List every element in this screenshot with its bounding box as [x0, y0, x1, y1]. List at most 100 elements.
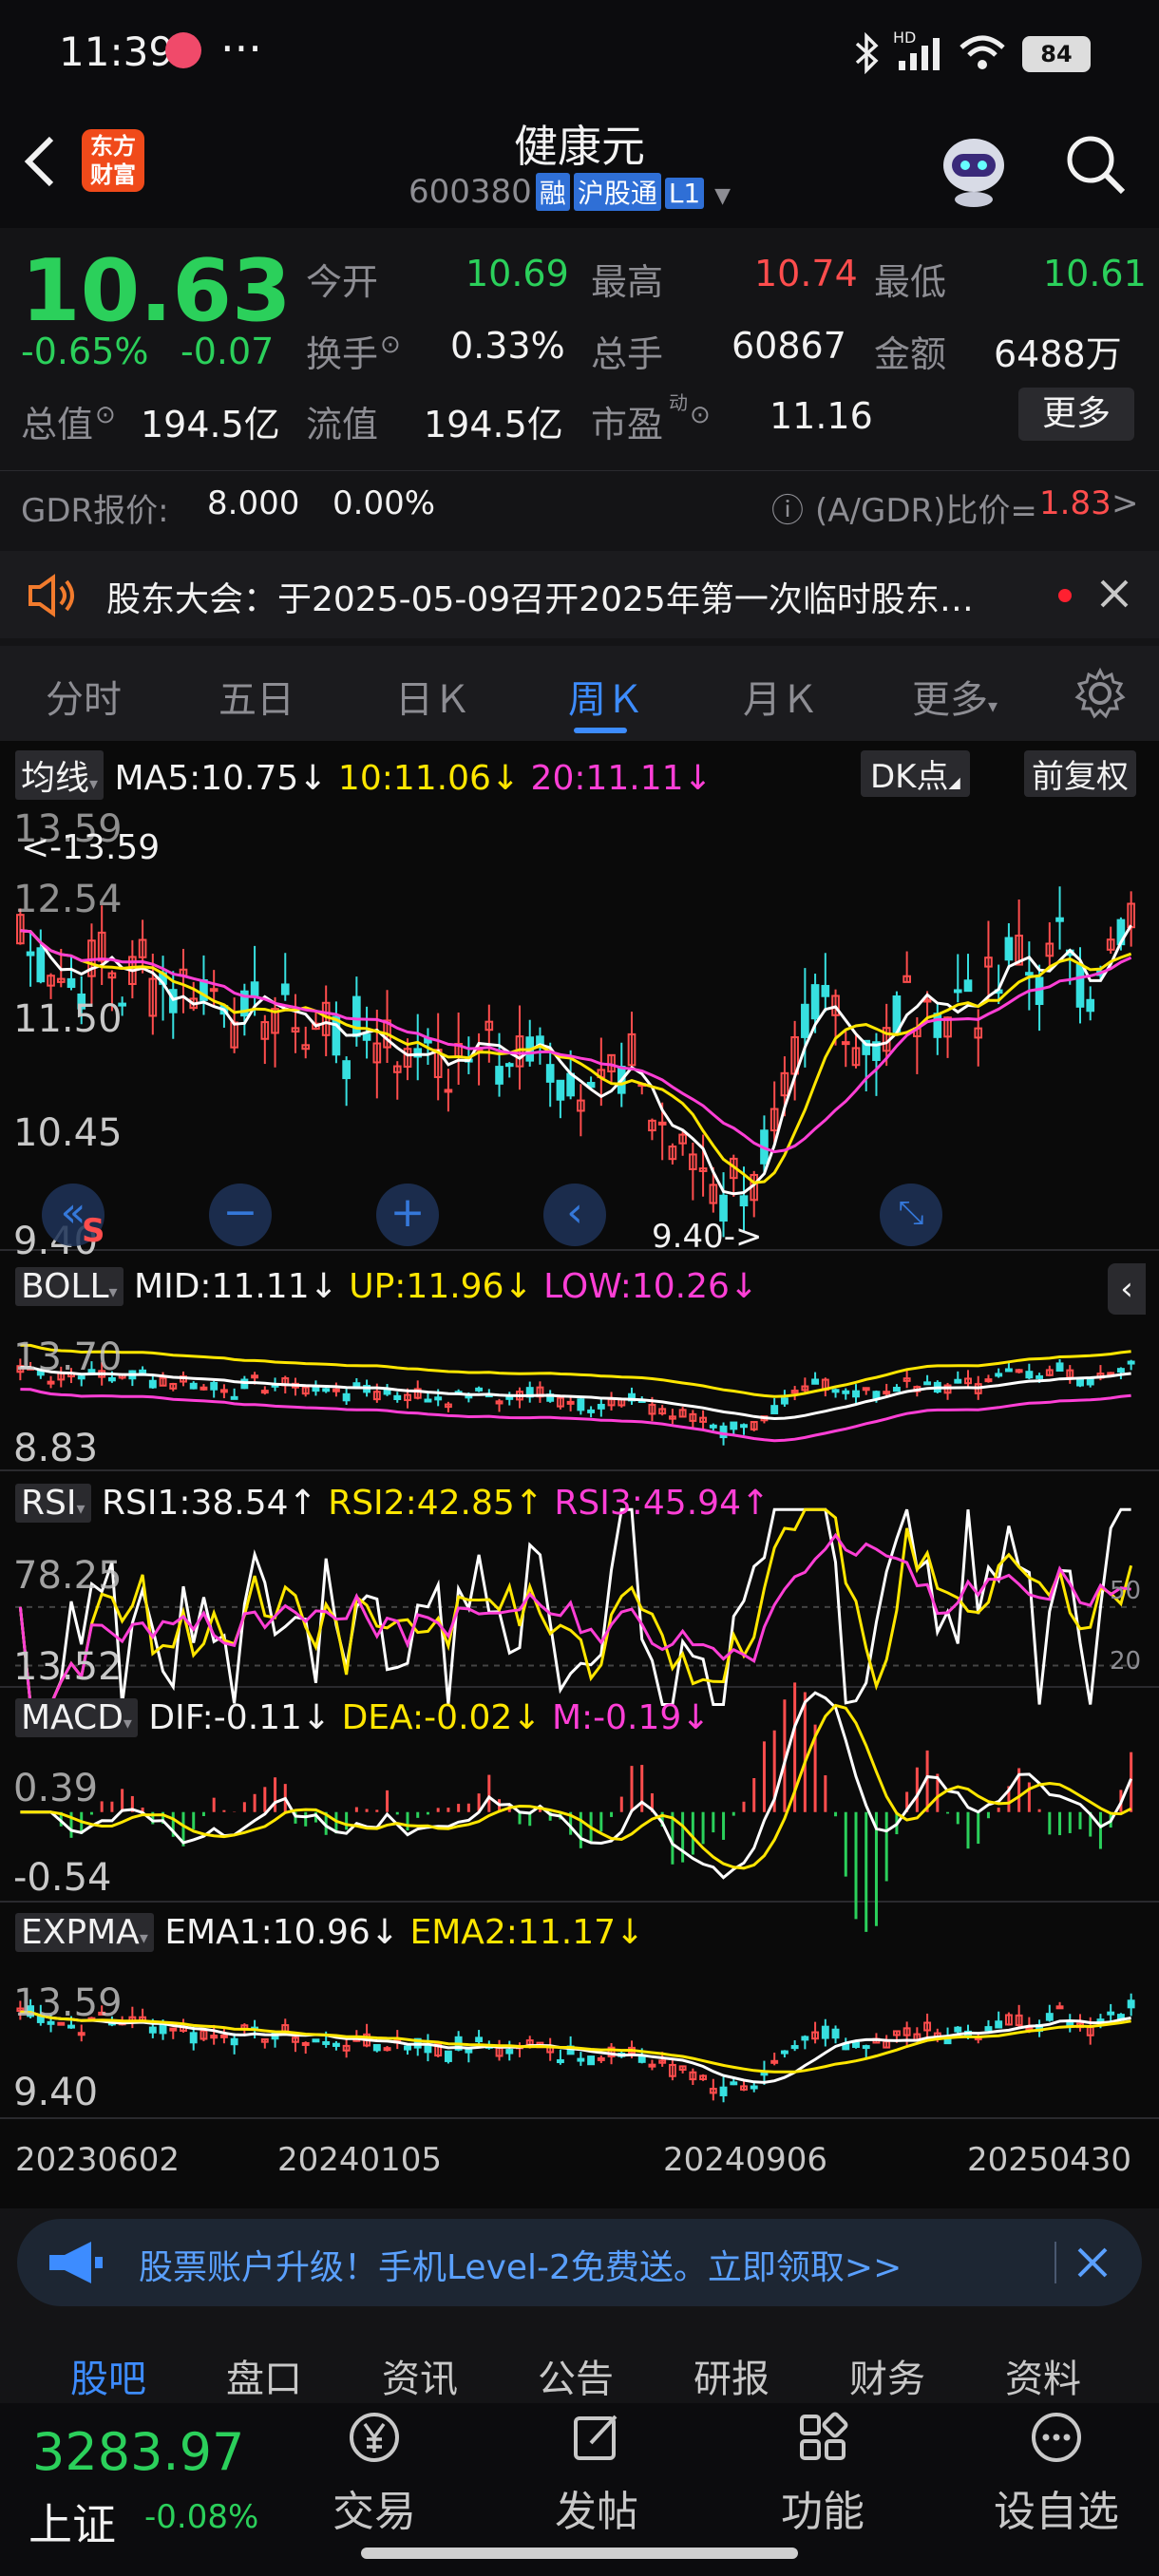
rsi-axis-bottom: 13.52 — [13, 1645, 123, 1689]
chevron-down-icon: ▾ — [76, 1499, 86, 1519]
ma-indicator-button[interactable]: 均线▾ — [15, 750, 104, 800]
notice-bar[interactable]: 股东大会：于2025-05-09召开2025年第一次临时股东… — [0, 551, 1159, 638]
rsi2-value: RSI2:42.85↑ — [328, 1484, 543, 1523]
search-icon[interactable] — [1062, 131, 1129, 198]
gear-icon[interactable] — [1074, 667, 1127, 720]
expma-candle — [1045, 2013, 1054, 2021]
main-candle — [352, 995, 361, 1037]
expma-candle — [831, 2028, 840, 2039]
gdr-label: GDR报价: — [21, 492, 169, 530]
ema1-value: EMA1:10.96↓ — [164, 1913, 400, 1952]
tab-5day[interactable]: 五日 — [218, 669, 294, 724]
main-candle — [801, 1003, 809, 1038]
robot-assistant-icon[interactable] — [931, 125, 1016, 211]
mktcap-info-icon[interactable]: ⊙ — [95, 401, 116, 429]
status-time: 11:39 — [59, 28, 175, 75]
zoom-in-icon[interactable]: + — [376, 1184, 439, 1246]
high-value: 10.74 — [754, 253, 858, 294]
gdr-chevron-icon[interactable]: > — [1112, 484, 1139, 522]
tab-guba[interactable]: 股吧 — [70, 2348, 146, 2403]
post-button[interactable]: 发帖 — [521, 2409, 673, 2538]
expma-candle — [77, 2032, 86, 2036]
boll-candle — [260, 1390, 269, 1394]
main-candle — [280, 983, 290, 995]
open-value: 10.69 — [466, 253, 569, 294]
macd-indicator-button[interactable]: MACD▾ — [15, 1698, 138, 1737]
index-value[interactable]: 3283.97 — [32, 2422, 244, 2482]
help-icon[interactable]: ⓘ — [771, 484, 804, 531]
boll-candle — [770, 1405, 779, 1414]
gdr-row: GDR报价: 8.000 0.00% ⓘ (A/GDR)比价= 1.83 > — [0, 470, 1159, 540]
stock-code-row[interactable]: 600380 融沪股通 L1 ▼ — [408, 173, 731, 211]
pe-info-icon[interactable]: ⊙ — [690, 401, 711, 429]
boll-indicator-button[interactable]: BOLL▾ — [15, 1267, 124, 1306]
expma-candle — [587, 2055, 596, 2066]
expma-candle — [230, 2037, 238, 2046]
tab-intraday[interactable]: 分时 — [46, 669, 122, 724]
rsi-indicator-button[interactable]: RSI▾ — [15, 1484, 91, 1523]
more-quote-button[interactable]: 更多 — [1018, 388, 1134, 441]
boll-candle — [780, 1397, 788, 1405]
macd-dea: DEA:-0.02↓ — [341, 1698, 542, 1737]
promo-divider — [1054, 2242, 1056, 2283]
macd-m: M:-0.19↓ — [551, 1698, 711, 1737]
close-icon[interactable] — [1074, 2244, 1112, 2282]
main-candle — [953, 989, 962, 994]
tab-daily-k[interactable]: 日Ｋ — [395, 669, 471, 724]
gdr-ratio-value: 1.83 — [1039, 484, 1112, 522]
expma-indicator-button[interactable]: EXPMA▾ — [15, 1913, 154, 1952]
tab-monthly-k[interactable]: 月Ｋ — [743, 669, 819, 724]
tab-weekly-k[interactable]: 周Ｋ — [568, 669, 644, 724]
expma-candle — [984, 2026, 993, 2032]
main-candle — [36, 947, 46, 983]
dk-button[interactable]: DK点◢ — [861, 750, 970, 797]
boll-legend: BOLL▾ MID:11.11↓ UP:11.96↓ LOW:10.26↓ — [15, 1267, 758, 1306]
rsi1-value: RSI1:38.54↑ — [101, 1484, 317, 1523]
rsi-ref-20: 20 — [1110, 1647, 1142, 1676]
boll-candle — [393, 1394, 402, 1401]
add-watchlist-button[interactable]: 设自选 — [971, 2409, 1142, 2538]
mktcap-label: 总值 — [21, 404, 94, 445]
tab-news[interactable]: 资讯 — [382, 2348, 458, 2403]
tab-profile[interactable]: 资料 — [1005, 2348, 1081, 2403]
main-candle — [566, 1072, 575, 1097]
trade-button[interactable]: 交易 — [298, 2409, 450, 2538]
boll-candle — [322, 1388, 331, 1392]
adjust-button[interactable]: 前复权 — [1024, 750, 1136, 797]
collapse-panel-button[interactable]: ‹ — [1108, 1263, 1146, 1315]
tab-pankou[interactable]: 盘口 — [226, 2348, 302, 2403]
ma20-line — [20, 929, 1132, 1154]
rsi-ref-50: 50 — [1110, 1577, 1142, 1605]
float-label: 流值 — [306, 404, 379, 445]
min-price-marker: 9.40-> — [652, 1218, 763, 1256]
promo-banner[interactable]: 股票账户升级！手机Level-2免费送。立即领取>> — [17, 2219, 1142, 2306]
chevron-down-icon: ▾ — [139, 1928, 148, 1948]
expma-candle — [597, 2056, 605, 2061]
boll-candle — [332, 1388, 340, 1392]
boll-candle — [47, 1380, 55, 1385]
boll-candle — [251, 1374, 259, 1379]
main-candle — [933, 1013, 942, 1038]
function-button[interactable]: 功能 — [747, 2409, 899, 2538]
expma-candle — [301, 2041, 310, 2046]
more-circle-icon — [1032, 2413, 1081, 2462]
main-candle — [657, 1121, 667, 1126]
tab-more[interactable]: 更多▾ — [912, 669, 998, 724]
zoom-out-icon[interactable]: − — [209, 1184, 272, 1246]
macd-axis-bottom: -0.54 — [13, 1856, 112, 1900]
tab-research[interactable]: 研报 — [694, 2348, 770, 2403]
close-icon[interactable] — [1098, 578, 1130, 610]
expma-candle — [404, 2045, 411, 2051]
boll-candle — [148, 1379, 157, 1389]
turnover-info-icon[interactable]: ⊙ — [380, 331, 401, 359]
amount-value: 6488万 — [994, 333, 1122, 375]
fullscreen-icon[interactable]: ⤡ — [880, 1184, 942, 1246]
tab-more-label: 更多 — [912, 678, 988, 722]
macd-label: MACD — [21, 1698, 124, 1737]
main-candle — [556, 1079, 565, 1101]
tab-announcements[interactable]: 公告 — [538, 2348, 614, 2403]
move-left-icon[interactable]: ‹ — [543, 1184, 606, 1246]
tab-finance[interactable]: 财务 — [849, 2348, 925, 2403]
open-label: 今开 — [306, 261, 379, 303]
chevron-down-icon: ▼ — [714, 184, 731, 208]
